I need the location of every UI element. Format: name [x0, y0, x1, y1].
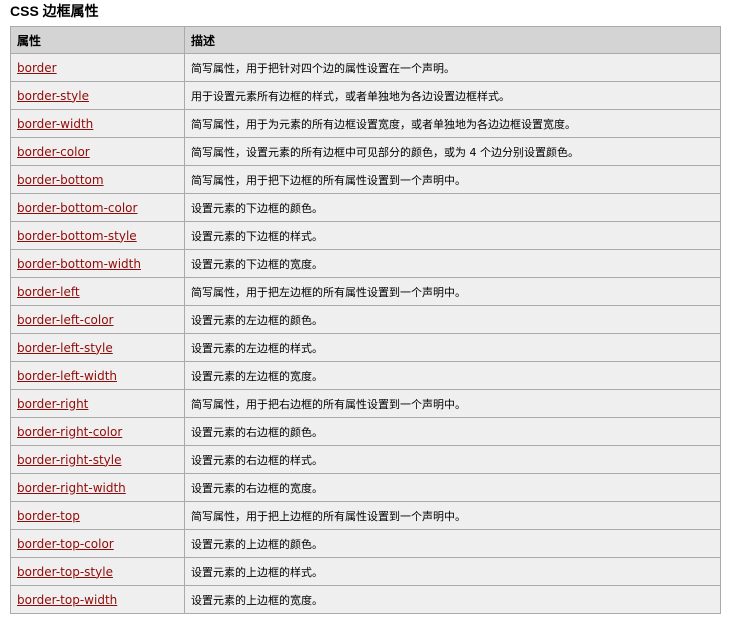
property-link[interactable]: border-style	[17, 89, 89, 103]
table-row: border-top-color 设置元素的上边框的颜色。	[10, 529, 721, 558]
description-cell: 简写属性，设置元素的所有边框中可见部分的颜色，或为 4 个边分别设置颜色。	[184, 137, 721, 166]
property-cell: border-left-color	[10, 305, 185, 334]
table-row: border-right 简写属性，用于把右边框的所有属性设置到一个声明中。	[10, 389, 721, 418]
description-cell: 设置元素的左边框的宽度。	[184, 361, 721, 390]
table-row: border-bottom-style 设置元素的下边框的样式。	[10, 221, 721, 250]
property-link[interactable]: border-width	[17, 117, 93, 131]
property-cell: border-width	[10, 109, 185, 138]
table-body: border 简写属性，用于把针对四个边的属性设置在一个声明。 border-sty…	[10, 53, 721, 614]
property-link[interactable]: border	[17, 61, 57, 75]
property-cell: border-bottom-width	[10, 249, 185, 278]
property-link[interactable]: border-left	[17, 285, 80, 299]
table-row: border-left 简写属性，用于把左边框的所有属性设置到一个声明中。	[10, 277, 721, 306]
table-row: border-style 用于设置元素所有边框的样式，或者单独地为各边设置边框样式…	[10, 81, 721, 110]
property-cell: border-top-width	[10, 585, 185, 614]
property-link[interactable]: border-color	[17, 145, 90, 159]
description-cell: 设置元素的上边框的宽度。	[184, 585, 721, 614]
property-cell: border-left-style	[10, 333, 185, 362]
table-header-row: 属性 描述	[10, 26, 721, 54]
table-row: border-left-width 设置元素的左边框的宽度。	[10, 361, 721, 390]
table-row: border-right-width 设置元素的右边框的宽度。	[10, 473, 721, 502]
table-row: border-bottom-color 设置元素的下边框的颜色。	[10, 193, 721, 222]
property-link[interactable]: border-bottom-width	[17, 257, 141, 271]
description-cell: 设置元素的左边框的颜色。	[184, 305, 721, 334]
description-cell: 设置元素的右边框的颜色。	[184, 417, 721, 446]
description-cell: 设置元素的下边框的样式。	[184, 221, 721, 250]
description-cell: 简写属性，用于把左边框的所有属性设置到一个声明中。	[184, 277, 721, 306]
table-row: border-left-style 设置元素的左边框的样式。	[10, 333, 721, 362]
property-link[interactable]: border-left-style	[17, 341, 113, 355]
table-row: border-right-style 设置元素的右边框的样式。	[10, 445, 721, 474]
description-cell: 设置元素的下边框的颜色。	[184, 193, 721, 222]
description-cell: 设置元素的上边框的样式。	[184, 557, 721, 586]
property-link[interactable]: border-top-color	[17, 537, 114, 551]
description-cell: 设置元素的右边框的宽度。	[184, 473, 721, 502]
header-description: 描述	[184, 26, 721, 54]
table-row: border-top 简写属性，用于把上边框的所有属性设置到一个声明中。	[10, 501, 721, 530]
description-cell: 设置元素的右边框的样式。	[184, 445, 721, 474]
property-link[interactable]: border-bottom	[17, 173, 104, 187]
description-cell: 用于设置元素所有边框的样式，或者单独地为各边设置边框样式。	[184, 81, 721, 110]
property-link[interactable]: border-right-width	[17, 481, 126, 495]
table-row: border-right-color 设置元素的右边框的颜色。	[10, 417, 721, 446]
property-link[interactable]: border-bottom-style	[17, 229, 137, 243]
property-link[interactable]: border-top	[17, 509, 80, 523]
property-link[interactable]: border-right-color	[17, 425, 122, 439]
property-cell: border-bottom-style	[10, 221, 185, 250]
table-row: border-left-color 设置元素的左边框的颜色。	[10, 305, 721, 334]
property-cell: border-bottom-color	[10, 193, 185, 222]
property-link[interactable]: border-top-width	[17, 593, 117, 607]
table-row: border-bottom 简写属性，用于把下边框的所有属性设置到一个声明中。	[10, 165, 721, 194]
property-cell: border-right-width	[10, 473, 185, 502]
header-property: 属性	[10, 26, 185, 54]
description-cell: 简写属性，用于把右边框的所有属性设置到一个声明中。	[184, 389, 721, 418]
property-link[interactable]: border-left-width	[17, 369, 117, 383]
description-cell: 设置元素的上边框的颜色。	[184, 529, 721, 558]
property-cell: border-top-color	[10, 529, 185, 558]
page-content: CSS 边框属性 属性 描述 border 简写属性，用于把针对四个边的属性设置在…	[10, 0, 721, 614]
description-cell: 简写属性，用于把下边框的所有属性设置到一个声明中。	[184, 165, 721, 194]
property-link[interactable]: border-top-style	[17, 565, 113, 579]
property-cell: border-left	[10, 277, 185, 306]
property-link[interactable]: border-right-style	[17, 453, 121, 467]
property-cell: border-top-style	[10, 557, 185, 586]
property-cell: border-style	[10, 81, 185, 110]
property-cell: border	[10, 53, 185, 82]
description-cell: 设置元素的下边框的宽度。	[184, 249, 721, 278]
property-cell: border-right	[10, 389, 185, 418]
property-link[interactable]: border-bottom-color	[17, 201, 137, 215]
property-cell: border-left-width	[10, 361, 185, 390]
css-border-properties-table: 属性 描述 border 简写属性，用于把针对四个边的属性设置在一个声明。 bord…	[10, 26, 721, 614]
property-cell: border-right-color	[10, 417, 185, 446]
property-link[interactable]: border-left-color	[17, 313, 114, 327]
property-cell: border-top	[10, 501, 185, 530]
description-cell: 设置元素的左边框的样式。	[184, 333, 721, 362]
table-row: border-top-style 设置元素的上边框的样式。	[10, 557, 721, 586]
property-link[interactable]: border-right	[17, 397, 88, 411]
page-title: CSS 边框属性	[10, 3, 99, 19]
table-row: border-top-width 设置元素的上边框的宽度。	[10, 585, 721, 614]
table-row: border-bottom-width 设置元素的下边框的宽度。	[10, 249, 721, 278]
property-cell: border-color	[10, 137, 185, 166]
property-cell: border-bottom	[10, 165, 185, 194]
table-row: border 简写属性，用于把针对四个边的属性设置在一个声明。	[10, 53, 721, 82]
table-row: border-color 简写属性，设置元素的所有边框中可见部分的颜色，或为 4 …	[10, 137, 721, 166]
description-cell: 简写属性，用于把针对四个边的属性设置在一个声明。	[184, 53, 721, 82]
table-row: border-width 简写属性，用于为元素的所有边框设置宽度，或者单独地为各边…	[10, 109, 721, 138]
description-cell: 简写属性，用于为元素的所有边框设置宽度，或者单独地为各边边框设置宽度。	[184, 109, 721, 138]
property-cell: border-right-style	[10, 445, 185, 474]
description-cell: 简写属性，用于把上边框的所有属性设置到一个声明中。	[184, 501, 721, 530]
